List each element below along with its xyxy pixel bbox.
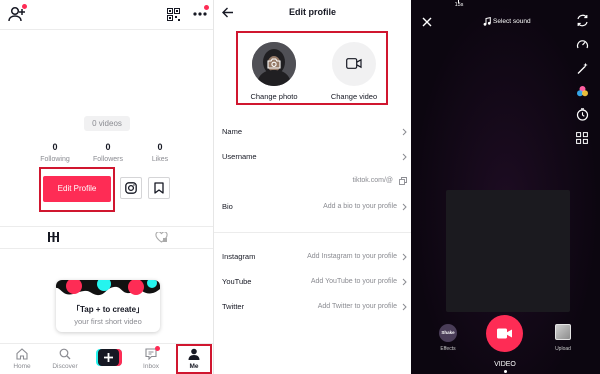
favorites-button[interactable]	[148, 177, 170, 199]
stat-label: Followers	[93, 156, 123, 163]
field-label: Bio	[222, 202, 233, 211]
chevron-right-icon	[402, 203, 407, 211]
tooltip-decoration-art	[56, 280, 160, 296]
field-profile-link[interactable]: tiktok.com/@	[222, 174, 407, 190]
nav-label: Me	[189, 363, 199, 370]
tooltip-title: 「Tap + to create」	[71, 305, 145, 314]
chevron-right-icon	[402, 128, 407, 136]
effects-thumbnail-text: Shake	[441, 330, 455, 335]
field-value: Add Instagram to your profile	[307, 253, 397, 260]
edit-profile-button[interactable]: Edit Profile	[43, 176, 111, 202]
profile-screen: 0 videos 0 Following 0 Followers 0 Likes…	[0, 0, 214, 374]
stat-value: 0	[157, 142, 163, 152]
field-twitter[interactable]: Twitter Add Twitter to your profile	[222, 299, 407, 315]
create-tooltip: 「Tap + to create」 your first short video	[56, 280, 160, 332]
nav-create-button[interactable]	[96, 349, 122, 366]
upload-label: Upload	[555, 346, 571, 352]
field-bio[interactable]: Bio Add a bio to your profile	[222, 199, 407, 215]
change-photo-button[interactable]	[252, 42, 296, 86]
header-divider	[0, 29, 213, 30]
mode-indicator-dot	[504, 370, 507, 373]
stat-likes[interactable]: 0 Likes	[145, 142, 175, 163]
nav-label: Home	[13, 363, 31, 370]
edit-profile-screen: Edit profile Change photo Change video N…	[214, 0, 411, 374]
stat-label: Following	[40, 156, 70, 163]
field-name[interactable]: Name	[222, 124, 407, 140]
stat-following[interactable]: 0 Following	[38, 142, 72, 163]
instagram-icon	[125, 182, 137, 194]
beauty-wand-icon[interactable]	[576, 62, 589, 75]
capture-frame	[446, 190, 570, 312]
effects-button[interactable]: Shake	[439, 324, 457, 342]
change-video-button[interactable]	[332, 42, 376, 86]
nav-label: Discover	[52, 363, 78, 370]
field-instagram[interactable]: Instagram Add Instagram to your profile	[222, 249, 407, 265]
countdown-timer-icon[interactable]	[576, 108, 589, 121]
chevron-right-icon	[402, 278, 407, 286]
field-label: Instagram	[222, 252, 256, 261]
notification-dot	[22, 4, 27, 9]
inbox-notification-dot	[155, 346, 160, 351]
field-label: Name	[222, 127, 243, 136]
search-icon	[59, 348, 71, 360]
tab-liked-icon[interactable]	[155, 232, 168, 243]
video-count-chip: 0 videos	[84, 116, 130, 131]
speed-icon[interactable]	[576, 38, 589, 51]
field-username[interactable]: Username	[222, 149, 407, 165]
more-tools-grid-icon[interactable]	[576, 132, 588, 144]
change-video-label[interactable]: Change video	[324, 92, 384, 101]
chevron-right-icon	[402, 153, 407, 161]
field-label: Twitter	[222, 302, 245, 311]
field-youtube[interactable]: YouTube Add YouTube to your profile	[222, 274, 407, 290]
close-icon[interactable]	[422, 17, 432, 27]
home-icon	[16, 348, 28, 360]
chevron-right-icon	[402, 253, 407, 261]
more-options-icon[interactable]	[193, 12, 207, 16]
field-label: Username	[222, 152, 257, 161]
tab-videos-grid-icon[interactable]	[48, 232, 59, 242]
field-value: Add a bio to your profile	[323, 203, 397, 210]
select-sound-button[interactable]: Select sound	[493, 18, 531, 25]
field-value: Add Twitter to your profile	[317, 303, 397, 310]
copy-icon	[399, 177, 407, 185]
bookmark-icon	[154, 182, 164, 194]
change-photo-label[interactable]: Change photo	[244, 92, 304, 101]
nav-home[interactable]: Home	[8, 348, 36, 370]
effects-label: Effects	[440, 346, 456, 352]
video-record-icon	[497, 328, 512, 339]
field-value: Add YouTube to your profile	[310, 278, 397, 285]
filters-icon[interactable]	[576, 85, 589, 98]
section-divider	[214, 232, 411, 233]
instagram-button[interactable]	[120, 177, 142, 199]
camera-icon	[267, 58, 281, 69]
video-camera-icon	[346, 58, 362, 69]
stat-value: 0	[52, 142, 58, 152]
stat-followers[interactable]: 0 Followers	[89, 142, 127, 163]
timer-label[interactable]: 15s	[449, 2, 469, 8]
nav-me[interactable]: Me	[182, 348, 206, 370]
qr-code-icon[interactable]	[167, 8, 180, 21]
nav-discover[interactable]: Discover	[50, 348, 80, 370]
mode-video-label[interactable]: VIDEO	[485, 361, 525, 368]
field-label: YouTube	[222, 277, 252, 286]
record-button[interactable]	[486, 315, 523, 352]
profile-icon	[188, 348, 200, 360]
stat-value: 0	[105, 142, 111, 152]
plus-icon	[104, 353, 113, 362]
music-note-icon	[483, 17, 491, 26]
tabs-bottom-divider	[0, 248, 213, 249]
nav-label: Inbox	[143, 363, 159, 370]
tabs-divider	[0, 226, 213, 227]
flip-camera-icon[interactable]	[576, 14, 589, 27]
stat-label: Likes	[151, 156, 169, 163]
nav-inbox[interactable]: Inbox	[140, 348, 162, 370]
page-title: Edit profile	[289, 7, 336, 17]
tooltip-subtitle: your first short video	[74, 317, 142, 326]
field-value: tiktok.com/@	[352, 177, 393, 184]
camera-screen: 15s Select sound Shake Effects Upload VI…	[411, 0, 600, 374]
timer-marker	[458, 0, 459, 3]
chevron-right-icon	[402, 303, 407, 311]
upload-button[interactable]	[555, 324, 571, 340]
more-notification-dot	[204, 5, 209, 10]
